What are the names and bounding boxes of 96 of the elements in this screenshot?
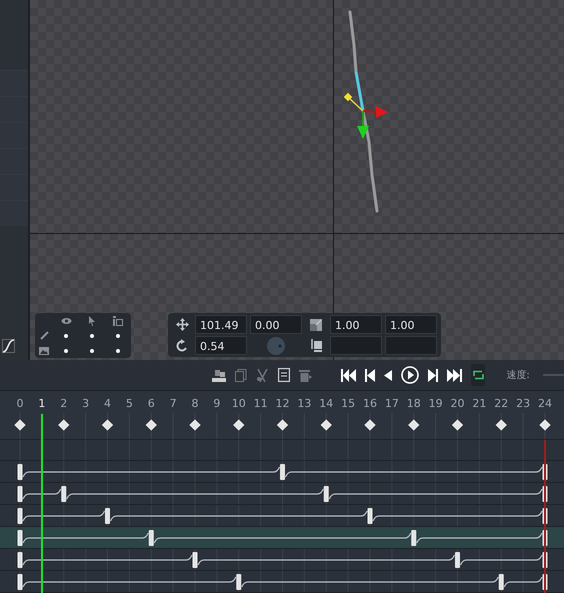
frame-number[interactable]: 6 [141, 397, 162, 410]
frame-number[interactable]: 5 [119, 397, 140, 410]
selected-track-row[interactable] [0, 527, 564, 549]
frame-number[interactable]: 17 [382, 397, 402, 410]
keyframe-handle[interactable] [192, 552, 198, 568]
copy-icon[interactable] [235, 368, 247, 382]
frame-number[interactable]: 12 [272, 397, 292, 410]
frame-number[interactable]: 8 [185, 397, 205, 410]
keyframe-marker[interactable] [102, 419, 114, 431]
keyframe-marker[interactable] [14, 419, 26, 431]
frame-number[interactable]: 3 [76, 397, 96, 410]
frame-number[interactable]: 7 [163, 397, 184, 410]
keyframe-handle[interactable] [61, 486, 66, 502]
visibility-toggle[interactable] [90, 348, 94, 352]
visibility-toggle[interactable] [64, 334, 68, 338]
keyframe-handle[interactable] [18, 486, 22, 502]
frame-number[interactable]: 0 [10, 397, 30, 410]
cursor-icon [88, 316, 96, 326]
keyframe-marker[interactable] [320, 419, 332, 431]
frame-number[interactable]: 1 [32, 397, 52, 410]
frame-number[interactable]: 13 [294, 397, 314, 410]
keyframe-handle[interactable] [498, 574, 504, 590]
bone-chain-drawing[interactable] [344, 10, 388, 212]
skip-to-start-icon[interactable] [341, 368, 356, 382]
keyframe-handle[interactable] [18, 574, 22, 590]
keyframe-marker[interactable] [496, 419, 507, 431]
loop-icon [472, 369, 485, 382]
frame-number[interactable]: 21 [469, 397, 490, 410]
scale-icon [310, 318, 322, 330]
frame-number[interactable]: 23 [513, 397, 534, 410]
keyframe-marker[interactable] [146, 419, 157, 431]
visibility-toggle[interactable] [116, 334, 120, 338]
step-back-icon[interactable] [384, 370, 392, 381]
keyframe-marker[interactable] [408, 419, 420, 431]
frame-number[interactable]: 2 [54, 397, 74, 410]
frame-number[interactable]: 22 [491, 397, 512, 410]
playhead[interactable] [40, 414, 43, 593]
skip-to-end-icon[interactable] [447, 368, 462, 382]
track-row[interactable] [0, 549, 564, 571]
keyframe-handle[interactable] [280, 464, 285, 480]
frame-number[interactable]: 11 [250, 397, 271, 410]
frame-number[interactable]: 4 [98, 397, 118, 410]
keyframe-handle[interactable] [324, 486, 329, 502]
frame-number[interactable]: 15 [338, 397, 358, 410]
track-row[interactable] [0, 571, 564, 593]
insert-keyframe-icon[interactable] [212, 368, 226, 382]
keyframe-handle[interactable] [368, 508, 372, 524]
keyframe-handle[interactable] [105, 508, 110, 524]
visibility-toggle[interactable] [64, 348, 68, 352]
frame-number[interactable]: 16 [360, 397, 380, 410]
delete-icon[interactable] [299, 368, 312, 382]
eye-icon [60, 316, 72, 324]
cut-icon[interactable] [256, 368, 269, 382]
visibility-toggle[interactable] [90, 334, 94, 338]
move-icon [176, 318, 188, 331]
position-y-field[interactable]: 0.00 [250, 315, 302, 334]
previous-keyframe-icon[interactable] [365, 368, 376, 382]
keyframe-handle[interactable] [455, 552, 460, 568]
scale-y-field[interactable]: 1.00 [385, 315, 437, 334]
play-icon[interactable] [401, 366, 420, 384]
paste-icon[interactable] [278, 368, 290, 382]
frame-number[interactable]: 10 [228, 397, 249, 410]
keyframe-handle[interactable] [18, 508, 22, 524]
skew-y-field[interactable] [385, 336, 437, 355]
next-keyframe-icon[interactable] [428, 368, 438, 382]
keyframe-marker[interactable] [189, 419, 201, 431]
keyframe-marker[interactable] [452, 419, 464, 431]
skew-x-field[interactable] [330, 336, 382, 355]
keyframe-handle[interactable] [411, 530, 416, 546]
keyframe-handle[interactable] [148, 530, 154, 546]
keyframe-handle[interactable] [18, 552, 22, 568]
keyframe-marker[interactable] [58, 419, 70, 431]
keyframe-handle[interactable] [18, 464, 22, 480]
keyframe-marker[interactable] [233, 419, 244, 431]
track-row[interactable] [0, 461, 564, 483]
frame-number[interactable]: 19 [426, 397, 446, 410]
keyframe-marker[interactable] [539, 419, 551, 431]
keyframe-marker[interactable] [364, 419, 376, 431]
frame-number[interactable]: 20 [448, 397, 468, 410]
track-row[interactable] [0, 483, 564, 505]
frame-number[interactable]: 14 [316, 397, 336, 410]
keyframe-handle[interactable] [18, 530, 22, 546]
frame-number[interactable]: 9 [206, 397, 227, 410]
loop-button[interactable] [471, 364, 486, 386]
position-x-field[interactable]: 101.49 [195, 315, 247, 334]
curve-icon[interactable] [2, 339, 15, 353]
keyframe-marker[interactable] [276, 419, 288, 431]
frame-number[interactable]: 18 [404, 397, 424, 410]
keyframe-handle[interactable] [236, 574, 242, 590]
frame-number[interactable]: 24 [535, 397, 555, 410]
rotate-icon [176, 339, 188, 352]
scale-x-field[interactable]: 1.00 [330, 315, 382, 334]
visibility-toggle[interactable] [116, 348, 120, 352]
image-icon [39, 346, 49, 354]
speed-label: 速度: [506, 368, 530, 382]
rotation-field[interactable]: 0.54 [195, 336, 247, 355]
